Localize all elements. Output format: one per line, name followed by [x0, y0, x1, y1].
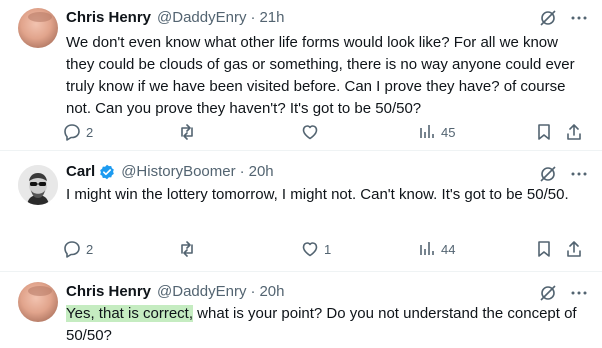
author-handle[interactable]: @DaddyEnry: [157, 282, 246, 302]
reply-count: 2: [86, 241, 94, 257]
author-name[interactable]: Chris Henry: [66, 8, 151, 28]
views-button[interactable]: 45: [417, 122, 455, 142]
reply-icon: [62, 239, 82, 259]
tweet-header: Chris Henry @DaddyEnry · 20h: [66, 282, 285, 302]
like-button[interactable]: [300, 122, 324, 142]
views-icon: [417, 239, 437, 259]
separator-dot: ·: [239, 163, 245, 180]
views-count: 45: [441, 124, 456, 140]
tweet-text: Yes, that is correct, what is your point…: [66, 303, 586, 347]
timestamp[interactable]: 20h: [259, 282, 284, 302]
author-name[interactable]: Chris Henry: [66, 282, 151, 302]
tweet[interactable]: Chris Henry @DaddyEnry · 20h Yes, that i…: [0, 272, 602, 348]
like-icon: [300, 122, 320, 142]
share-button[interactable]: [564, 122, 584, 142]
more-icon[interactable]: [570, 165, 588, 183]
grok-icon[interactable]: [538, 283, 558, 303]
views-button[interactable]: 44: [417, 239, 455, 259]
like-count: 1: [324, 241, 332, 257]
timestamp[interactable]: 21h: [259, 8, 284, 28]
retweet-button[interactable]: [177, 122, 201, 142]
more-icon[interactable]: [570, 284, 588, 302]
avatar[interactable]: [18, 8, 58, 48]
tweet-actions: 2 1 44: [62, 239, 592, 259]
bookmark-button[interactable]: [534, 239, 554, 259]
verified-badge-icon: [99, 164, 115, 180]
bookmark-button[interactable]: [534, 122, 554, 142]
tweet[interactable]: Chris Henry @DaddyEnry · 21h We don't ev…: [0, 0, 602, 150]
reply-count: 2: [86, 124, 94, 140]
retweet-button[interactable]: [177, 239, 201, 259]
views-count: 44: [441, 241, 456, 257]
reply-button[interactable]: 2: [62, 122, 93, 142]
tweet-header: Carl @HistoryBoomer · 20h: [66, 162, 274, 182]
grok-icon[interactable]: [538, 8, 558, 28]
grok-icon[interactable]: [538, 164, 558, 184]
reply-button[interactable]: 2: [62, 239, 93, 259]
tweet-top-icons: [538, 8, 588, 28]
avatar[interactable]: [18, 282, 58, 322]
timestamp[interactable]: 20h: [249, 162, 274, 182]
retweet-icon: [177, 122, 197, 142]
like-icon: [300, 239, 320, 259]
share-icon: [564, 239, 584, 259]
bookmark-icon: [534, 122, 554, 142]
separator-dot: ·: [250, 9, 256, 26]
bookmark-icon: [534, 239, 554, 259]
views-icon: [417, 122, 437, 142]
author-handle[interactable]: @DaddyEnry: [157, 8, 246, 28]
tweet[interactable]: Carl @HistoryBoomer · 20h I might win th…: [0, 151, 602, 271]
share-icon: [564, 122, 584, 142]
tweet-actions: 2 45: [62, 122, 592, 142]
avatar[interactable]: [18, 165, 58, 205]
author-handle[interactable]: @HistoryBoomer: [121, 162, 235, 182]
more-icon[interactable]: [570, 9, 588, 27]
tweet-top-icons: [538, 283, 588, 303]
like-button[interactable]: 1: [300, 239, 331, 259]
tweet-header: Chris Henry @DaddyEnry · 21h: [66, 8, 285, 28]
tweet-text: I might win the lottery tomorrow, I migh…: [66, 186, 569, 203]
tweet-text: We don't even know what other life forms…: [66, 34, 575, 117]
highlighted-text: Yes, that is correct,: [66, 305, 194, 322]
reply-icon: [62, 122, 82, 142]
retweet-icon: [177, 239, 197, 259]
separator-dot: ·: [250, 283, 256, 300]
tweet-top-icons: [538, 164, 588, 184]
author-name[interactable]: Carl: [66, 162, 95, 182]
share-button[interactable]: [564, 239, 584, 259]
